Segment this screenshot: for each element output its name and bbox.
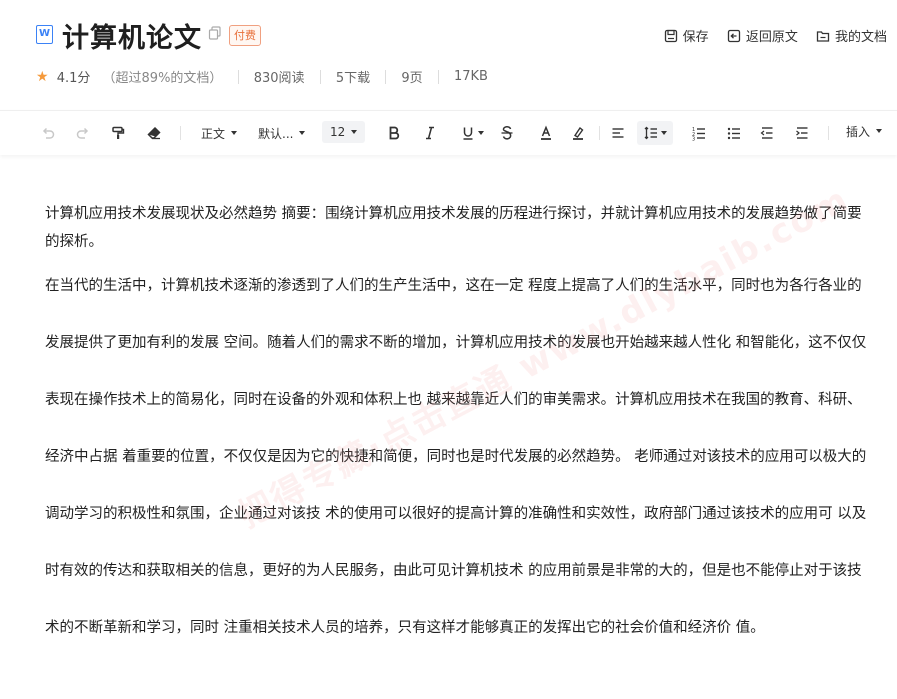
paragraph-main: 在当代的生活中，计算机技术逐渐的渗透到了人们的生产生活中，这在一定 程度上提高了… bbox=[45, 278, 867, 636]
back-icon bbox=[727, 29, 740, 42]
chevron-down-icon bbox=[231, 131, 238, 135]
paragraph-abstract: 计算机应用技术发展现状及必然趋势 摘要：围绕计算机应用技术发展的历程进行探讨，并… bbox=[45, 206, 862, 250]
ordered-list-button[interactable]: 123 bbox=[689, 121, 709, 145]
document-meta: ★ 4.1分 （超过89%的文档） 830阅读 5下载 9页 17KB bbox=[36, 67, 488, 87]
line-spacing-icon bbox=[644, 126, 657, 140]
indent-increase-button[interactable] bbox=[792, 121, 812, 145]
chevron-down-icon bbox=[478, 131, 484, 135]
font-color-icon bbox=[541, 125, 551, 140]
chevron-down-icon bbox=[351, 130, 358, 134]
header-actions: 保存 返回原文 我的文档 bbox=[650, 26, 887, 47]
save-icon bbox=[664, 29, 677, 42]
rating-value: 4.1分 bbox=[56, 71, 91, 86]
highlighter-icon bbox=[573, 126, 584, 140]
chevron-down-icon bbox=[876, 129, 883, 133]
paid-badge: 付费 bbox=[229, 25, 261, 46]
bullet-list-icon bbox=[727, 127, 740, 140]
chevron-down-icon bbox=[299, 131, 306, 135]
clear-format-button[interactable] bbox=[144, 121, 164, 145]
italic-button[interactable] bbox=[420, 121, 440, 145]
undo-button[interactable] bbox=[38, 121, 58, 145]
strikethrough-icon bbox=[501, 126, 513, 140]
indent-decrease-icon bbox=[760, 127, 773, 139]
underline-dropdown[interactable] bbox=[460, 121, 484, 145]
document-header: W 计算机论文 付费 ★ 4.1分 （超过89%的文档） 830阅读 5下载 9… bbox=[0, 0, 897, 110]
ordered-list-icon: 123 bbox=[692, 127, 705, 142]
document-body[interactable]: 计算机应用技术发展现状及必然趋势 摘要：围绕计算机应用技术发展的历程进行探讨，并… bbox=[45, 200, 873, 670]
highlight-button[interactable] bbox=[568, 121, 588, 145]
format-painter-icon bbox=[112, 126, 125, 139]
italic-icon bbox=[426, 126, 434, 140]
view-count: 830阅读 bbox=[253, 71, 305, 86]
page-count: 9页 bbox=[401, 71, 423, 86]
back-to-original-button[interactable]: 返回原文 bbox=[727, 26, 798, 45]
chevron-down-icon bbox=[661, 131, 667, 135]
align-left-icon bbox=[612, 128, 624, 138]
bold-button[interactable] bbox=[384, 121, 404, 145]
strikethrough-button[interactable] bbox=[497, 121, 517, 145]
document-title: 计算机论文 bbox=[62, 23, 202, 54]
redo-button[interactable] bbox=[73, 121, 93, 145]
editor-toolbar: 正文 默认... 12 123 插入 bbox=[0, 110, 897, 155]
redo-icon bbox=[76, 127, 89, 139]
indent-increase-icon bbox=[796, 127, 808, 139]
format-painter-button[interactable] bbox=[108, 121, 128, 145]
bullet-list-button[interactable] bbox=[724, 121, 744, 145]
star-icon: ★ bbox=[36, 68, 49, 85]
line-spacing-dropdown[interactable] bbox=[637, 121, 673, 145]
file-size: 17KB bbox=[453, 69, 488, 84]
font-color-button[interactable] bbox=[536, 121, 556, 145]
indent-decrease-button[interactable] bbox=[757, 121, 777, 145]
download-count: 5下载 bbox=[335, 71, 371, 86]
eraser-icon bbox=[147, 126, 161, 140]
font-size-dropdown[interactable]: 12 bbox=[322, 121, 366, 143]
rating-percent: （超过89%的文档） bbox=[102, 71, 223, 86]
undo-icon bbox=[42, 127, 55, 139]
paragraph-style-dropdown[interactable]: 正文 bbox=[201, 121, 238, 145]
my-documents-button[interactable]: 我的文档 bbox=[816, 26, 887, 45]
font-family-dropdown[interactable]: 默认... bbox=[258, 121, 306, 145]
underline-icon bbox=[463, 127, 473, 140]
copy-icon[interactable] bbox=[208, 26, 222, 40]
bold-icon bbox=[389, 126, 400, 140]
align-left-button[interactable] bbox=[608, 121, 628, 145]
word-doc-icon: W bbox=[36, 25, 53, 44]
folder-icon bbox=[816, 30, 830, 42]
svg-text:3: 3 bbox=[692, 137, 695, 142]
save-button[interactable]: 保存 bbox=[664, 26, 709, 45]
insert-dropdown[interactable]: 插入 bbox=[846, 119, 883, 143]
